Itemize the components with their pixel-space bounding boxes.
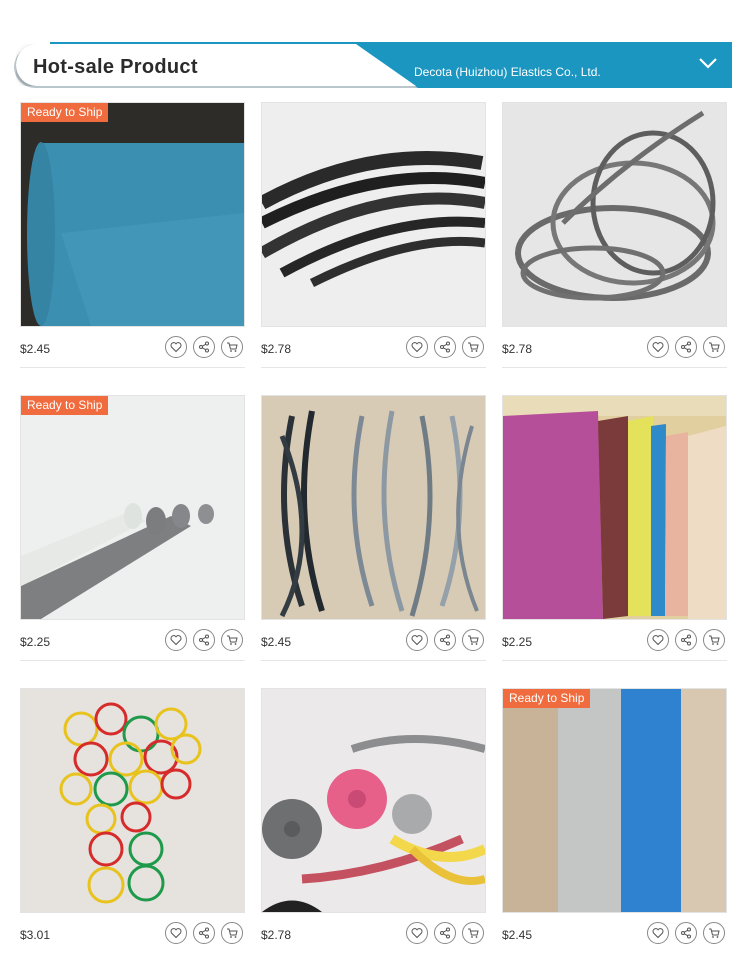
product-price: $2.45 (20, 342, 51, 356)
share-icon[interactable] (193, 922, 215, 944)
share-icon[interactable] (675, 629, 697, 651)
cart-icon[interactable] (221, 922, 243, 944)
cart-icon[interactable] (221, 629, 243, 651)
cart-icon[interactable] (703, 336, 725, 358)
favorite-icon[interactable] (406, 922, 428, 944)
product-price: $2.45 (261, 635, 292, 649)
divider (502, 367, 727, 368)
share-icon[interactable] (193, 336, 215, 358)
favorite-icon[interactable] (165, 629, 187, 651)
cart-icon[interactable] (462, 629, 484, 651)
share-icon[interactable] (434, 629, 456, 651)
product-image[interactable] (502, 102, 727, 327)
divider (502, 660, 727, 661)
product-image[interactable]: Ready to Ship (20, 102, 245, 327)
cart-icon[interactable] (703, 922, 725, 944)
product-price: $2.45 (502, 928, 533, 942)
product-image[interactable]: Ready to Ship (502, 688, 727, 913)
company-name[interactable]: Decota (Huizhou) Elastics Co., Ltd. (414, 65, 601, 79)
favorite-icon[interactable] (647, 922, 669, 944)
product-price: $3.01 (20, 928, 51, 942)
product-image[interactable] (20, 688, 245, 913)
favorite-icon[interactable] (165, 336, 187, 358)
cart-icon[interactable] (462, 922, 484, 944)
share-icon[interactable] (675, 336, 697, 358)
product-price: $2.78 (261, 928, 292, 942)
divider (20, 660, 245, 661)
share-icon[interactable] (434, 922, 456, 944)
ready-to-ship-badge: Ready to Ship (21, 103, 109, 122)
section-title: Hot-sale Product (33, 56, 198, 78)
share-icon[interactable] (675, 922, 697, 944)
cart-icon[interactable] (221, 336, 243, 358)
product-price: $2.25 (20, 635, 51, 649)
product-image[interactable] (261, 688, 486, 913)
product-image[interactable]: Ready to Ship (20, 395, 245, 620)
chevron-down-icon[interactable] (697, 54, 719, 72)
product-price: $2.25 (502, 635, 533, 649)
favorite-icon[interactable] (647, 336, 669, 358)
ready-to-ship-badge: Ready to Ship (21, 396, 109, 415)
share-icon[interactable] (434, 336, 456, 358)
divider (261, 367, 486, 368)
favorite-icon[interactable] (165, 922, 187, 944)
ready-to-ship-badge: Ready to Ship (503, 689, 591, 708)
share-icon[interactable] (193, 629, 215, 651)
favorite-icon[interactable] (647, 629, 669, 651)
favorite-icon[interactable] (406, 629, 428, 651)
cart-icon[interactable] (462, 336, 484, 358)
cart-icon[interactable] (703, 629, 725, 651)
divider (20, 367, 245, 368)
product-image[interactable] (261, 395, 486, 620)
product-price: $2.78 (261, 342, 292, 356)
product-image[interactable] (261, 102, 486, 327)
divider (261, 660, 486, 661)
section-header: Hot-sale Product Decota (Huizhou) Elasti… (0, 40, 750, 92)
product-image[interactable] (502, 395, 727, 620)
product-price: $2.78 (502, 342, 533, 356)
favorite-icon[interactable] (406, 336, 428, 358)
